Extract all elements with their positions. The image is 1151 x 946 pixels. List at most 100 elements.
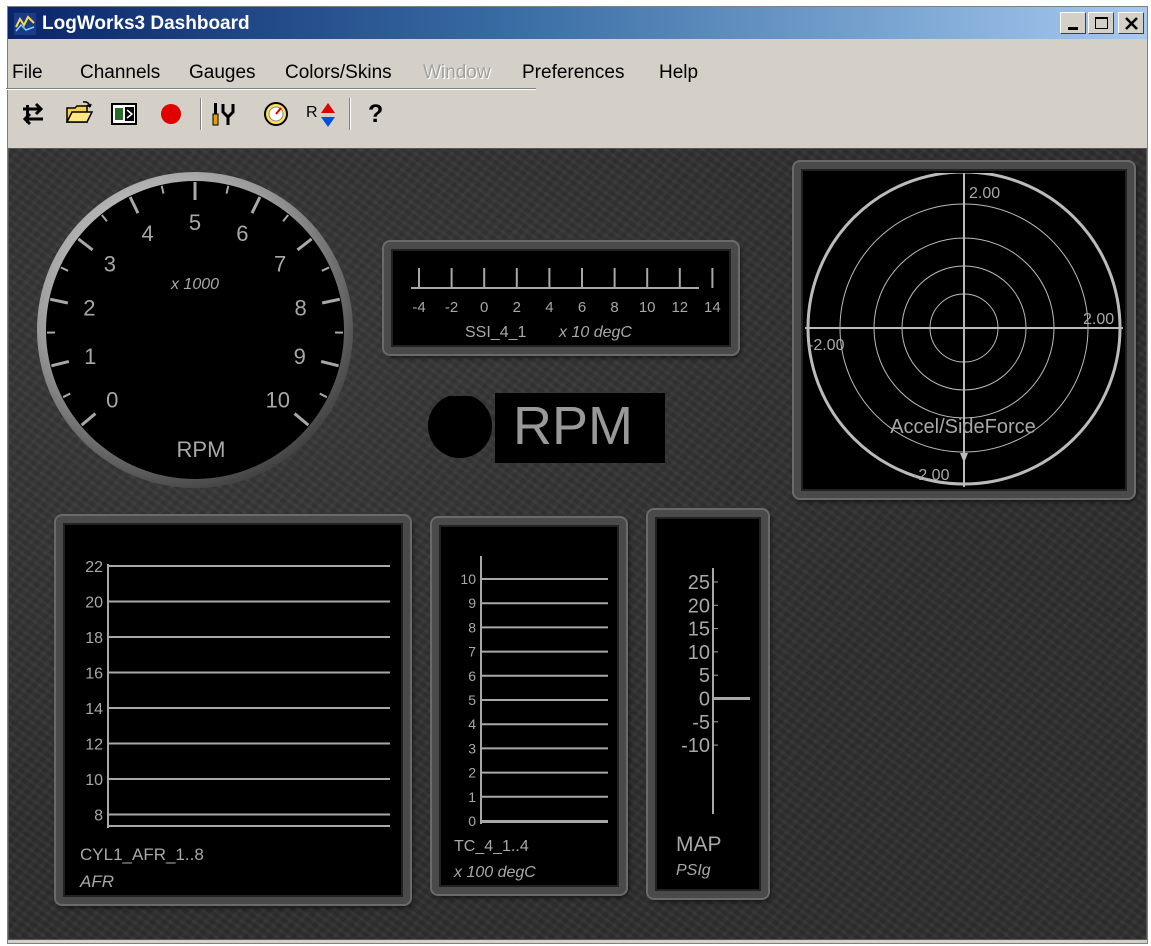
close-button[interactable] — [1118, 12, 1144, 34]
rpm-tick-label: 2 — [83, 296, 95, 321]
tc-channel-label: TC_4_1..4 — [454, 838, 529, 855]
afr-tick-label: 12 — [85, 737, 103, 754]
afr-tick-label: 18 — [85, 630, 103, 647]
tc-tick-label: 5 — [468, 692, 476, 708]
tc-ticks: 109876543210 — [460, 571, 608, 829]
ssi-channel-label: SSI_4_1 — [465, 324, 526, 341]
menu-gauges[interactable]: Gauges — [189, 62, 256, 84]
help-icon: ? — [368, 100, 384, 128]
rpm-multiplier: x 1000 — [170, 276, 219, 293]
rpm-digital-readout[interactable]: RPM — [495, 393, 665, 463]
rpm-tick-label: 8 — [295, 296, 307, 321]
rate-button[interactable]: R — [306, 100, 342, 128]
afr-tick-label: 14 — [85, 701, 103, 718]
map-units: PSIg — [676, 862, 711, 879]
rpm-tick-label: 6 — [236, 221, 248, 246]
rpm-tick-label: 5 — [189, 210, 201, 235]
toolbar-separator — [349, 98, 351, 130]
tc-tick-label: 1 — [468, 789, 476, 805]
maximize-button[interactable] — [1088, 12, 1114, 34]
tc-units: x 100 degC — [454, 864, 536, 881]
afr-channel-label: CYL1_AFR_1..8 — [80, 845, 204, 864]
rpm-tick-label: 1 — [84, 344, 96, 369]
rpm-tick-label: 3 — [104, 252, 116, 277]
tc-tick-label: 7 — [468, 644, 476, 660]
minimize-button[interactable] — [1060, 12, 1086, 34]
map-tick-label: 5 — [699, 665, 710, 687]
up-down-arrows-icon — [321, 103, 335, 127]
map-tick-label: 25 — [688, 572, 710, 594]
accel-sideforce-gauge: 2.00 2.00 -2.00 -2.00 Accel/SideForce — [805, 173, 1123, 487]
map-tick-label: -5 — [692, 712, 710, 734]
ssi-tick-label: 0 — [480, 299, 488, 316]
toolbar-separator — [200, 98, 202, 130]
map-tick-label: 15 — [688, 619, 710, 641]
help-button[interactable]: ? — [365, 100, 393, 128]
rpm-dial-gauge[interactable]: 01234 5 678910 x 1000 RPM — [30, 170, 360, 492]
menu-file[interactable]: File — [12, 62, 43, 84]
afr-gauge: 22 20 18 16 14 12 10 8 — [85, 559, 390, 828]
tc-gauge: 109876543210 — [460, 556, 608, 829]
tools-icon[interactable] — [210, 100, 238, 128]
minimize-icon — [1068, 27, 1078, 30]
afr-units: AFR — [80, 872, 114, 891]
ssi-units: x 10 degC — [558, 324, 632, 341]
ssi-ticks: -4 -2 0 2 4 6 8 10 12 14 — [412, 268, 721, 316]
ssi-tick-label: 12 — [671, 299, 688, 316]
connect-icon[interactable] — [19, 100, 47, 128]
map-tick-label: 20 — [688, 595, 710, 617]
menu-help[interactable]: Help — [659, 62, 698, 84]
rpm-tick-label: 7 — [274, 252, 286, 277]
accel-top-label: 2.00 — [969, 185, 1000, 202]
afr-tick-label: 10 — [85, 772, 103, 789]
close-icon — [1125, 17, 1138, 30]
ssi-tick-label: -4 — [412, 299, 425, 316]
gauge-setup-icon[interactable] — [262, 100, 290, 128]
menu-preferences[interactable]: Preferences — [522, 62, 624, 84]
afr-ticks: 22 20 18 16 14 12 10 8 — [85, 559, 390, 825]
open-folder-icon[interactable] — [65, 100, 93, 128]
record-icon[interactable] — [157, 100, 185, 128]
ssi-tick-label: 6 — [578, 299, 586, 316]
tc-tick-label: 9 — [468, 595, 476, 611]
maximize-icon — [1095, 17, 1108, 29]
window-title: LogWorks3 Dashboard — [42, 13, 250, 34]
rpm-dial-label: RPM — [177, 437, 226, 462]
menu-colors-skins[interactable]: Colors/Skins — [285, 62, 392, 84]
map-label: MAP — [676, 833, 722, 856]
map-tick-label: 10 — [688, 642, 710, 664]
tc-tick-label: 3 — [468, 740, 476, 756]
rpm-indicator-light — [428, 396, 492, 458]
tc-tick-label: 4 — [468, 716, 476, 732]
afr-tick-label: 16 — [85, 666, 103, 683]
menu-channels[interactable]: Channels — [80, 62, 160, 84]
title-bar[interactable]: LogWorks3 Dashboard — [8, 7, 1147, 39]
afr-tick-label: 8 — [94, 808, 103, 825]
ssi-tick-label: 8 — [610, 299, 618, 316]
rpm-digital-label: RPM — [513, 396, 633, 456]
accel-marker — [960, 453, 968, 463]
tc-tick-label: 10 — [460, 571, 476, 587]
log-settings-icon[interactable] — [110, 100, 138, 128]
tc-tick-label: 6 — [468, 668, 476, 684]
ssi-tick-label: 2 — [513, 299, 521, 316]
tc-tick-label: 2 — [468, 765, 476, 781]
accel-title: Accel/SideForce — [890, 416, 1036, 438]
afr-tick-label: 22 — [85, 559, 103, 576]
ssi-tick-label: 10 — [639, 299, 656, 316]
ssi-gauge: -4 -2 0 2 4 6 8 10 12 14 SSI_4_1 x 10 degC — [411, 268, 721, 341]
rpm-tick-label: 9 — [294, 344, 306, 369]
rpm-tick-label: 4 — [142, 221, 154, 246]
map-tick-label: 0 — [699, 689, 710, 711]
accel-right-label: 2.00 — [1083, 311, 1114, 328]
rpm-tick-label: 10 — [265, 387, 289, 412]
tc-tick-label: 8 — [468, 619, 476, 635]
map-tick-label: -10 — [681, 735, 710, 757]
ssi-tick-label: 14 — [704, 299, 721, 316]
rate-label: R — [306, 104, 318, 121]
ssi-tick-label: -2 — [445, 299, 458, 316]
tc-tick-label: 0 — [468, 813, 476, 829]
menu-window: Window — [423, 62, 491, 83]
map-gauge: 2520151050-5-10 — [681, 568, 750, 814]
rpm-tick-label: 0 — [106, 387, 118, 412]
